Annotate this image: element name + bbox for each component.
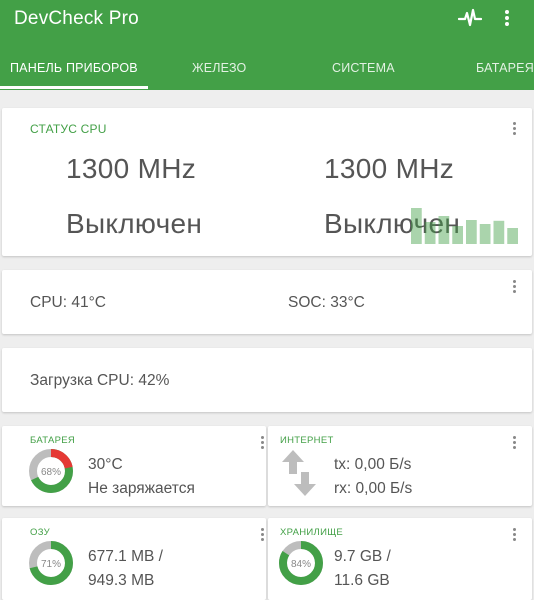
ram-percent: 71% (41, 559, 61, 570)
cpu-load-bar (507, 228, 518, 244)
storage-donut: 84% (279, 541, 323, 585)
app-title: DevCheck Pro (14, 8, 139, 29)
more-vert-icon[interactable] (512, 280, 518, 294)
core2-frequency: 1300 MHz (324, 153, 455, 184)
swap-vert-icon (282, 450, 316, 496)
internet-tx: tx: 0,00 Б/s (334, 456, 412, 473)
cpu-load-bar (424, 222, 436, 244)
battery-card[interactable]: БАТАРЕЯ 68% 30°C Не заряжается (2, 426, 266, 506)
more-vert-icon[interactable] (260, 528, 266, 542)
more-vert-icon[interactable] (512, 528, 518, 542)
battery-title: БАТАРЕЯ (30, 435, 76, 446)
ram-total: 949.3 MB (88, 572, 155, 589)
battery-donut: 68% (29, 449, 73, 493)
battery-percent: 68% (41, 467, 61, 478)
more-vert-icon[interactable] (512, 436, 518, 450)
core1-state: Выключен (66, 208, 203, 239)
core1-frequency: 1300 MHz (66, 153, 197, 184)
storage-used: 9.7 GB / (334, 548, 391, 565)
cpu-load-bar (452, 226, 463, 244)
tab-indicator (0, 86, 148, 89)
cpu-load-bar (466, 220, 477, 244)
cpu-load-text: Загрузка CPU: 42% (30, 372, 170, 389)
internet-rx: rx: 0,00 Б/s (334, 480, 413, 497)
app-bar: DevCheck Pro ПАНЕЛЬ ПРИБОРОВ ЖЕЛЕЗО СИСТ… (0, 0, 534, 90)
tab-dashboard[interactable]: ПАНЕЛЬ ПРИБОРОВ (10, 61, 138, 75)
battery-temperature: 30°C (88, 456, 123, 473)
ram-used: 677.1 MB / (88, 548, 163, 565)
cpu-load-bar (411, 208, 422, 244)
more-vert-icon[interactable] (496, 6, 518, 30)
cpu-load-bar (479, 224, 491, 244)
cpu-status-title: СТАТУС CPU (30, 122, 107, 136)
cpu-load-bar (493, 220, 505, 244)
cpu-temperature: CPU: 41°C (30, 294, 106, 311)
internet-card[interactable]: ИНТЕРНЕТ tx: 0,00 Б/s rx: 0,00 Б/s (268, 426, 532, 506)
cpu-load-sparkline (411, 208, 518, 244)
cpu-load-card[interactable]: Загрузка CPU: 42% (2, 348, 532, 412)
more-vert-icon[interactable] (512, 122, 518, 136)
ram-donut: 71% (29, 541, 73, 585)
storage-percent: 84% (291, 559, 311, 570)
pulse-icon[interactable] (458, 6, 482, 30)
temperature-card[interactable]: CPU: 41°C SOC: 33°C (2, 270, 532, 334)
ram-card[interactable]: ОЗУ 71% 677.1 MB / 949.3 MB (2, 518, 266, 600)
storage-total: 11.6 GB (334, 572, 390, 589)
more-vert-icon[interactable] (260, 436, 266, 450)
storage-title: ХРАНИЛИЩЕ (280, 527, 344, 538)
tab-hardware[interactable]: ЖЕЛЕЗО (192, 61, 246, 75)
cpu-load-bar (438, 216, 450, 244)
ram-title: ОЗУ (30, 527, 50, 538)
tab-battery[interactable]: БАТАРЕЯ (476, 61, 534, 75)
internet-title: ИНТЕРНЕТ (280, 435, 334, 446)
storage-card[interactable]: ХРАНИЛИЩЕ 84% 9.7 GB / 11.6 GB (268, 518, 532, 600)
soc-temperature: SOC: 33°C (288, 294, 365, 311)
tab-system[interactable]: СИСТЕМА (332, 61, 395, 75)
battery-status: Не заряжается (88, 480, 195, 497)
